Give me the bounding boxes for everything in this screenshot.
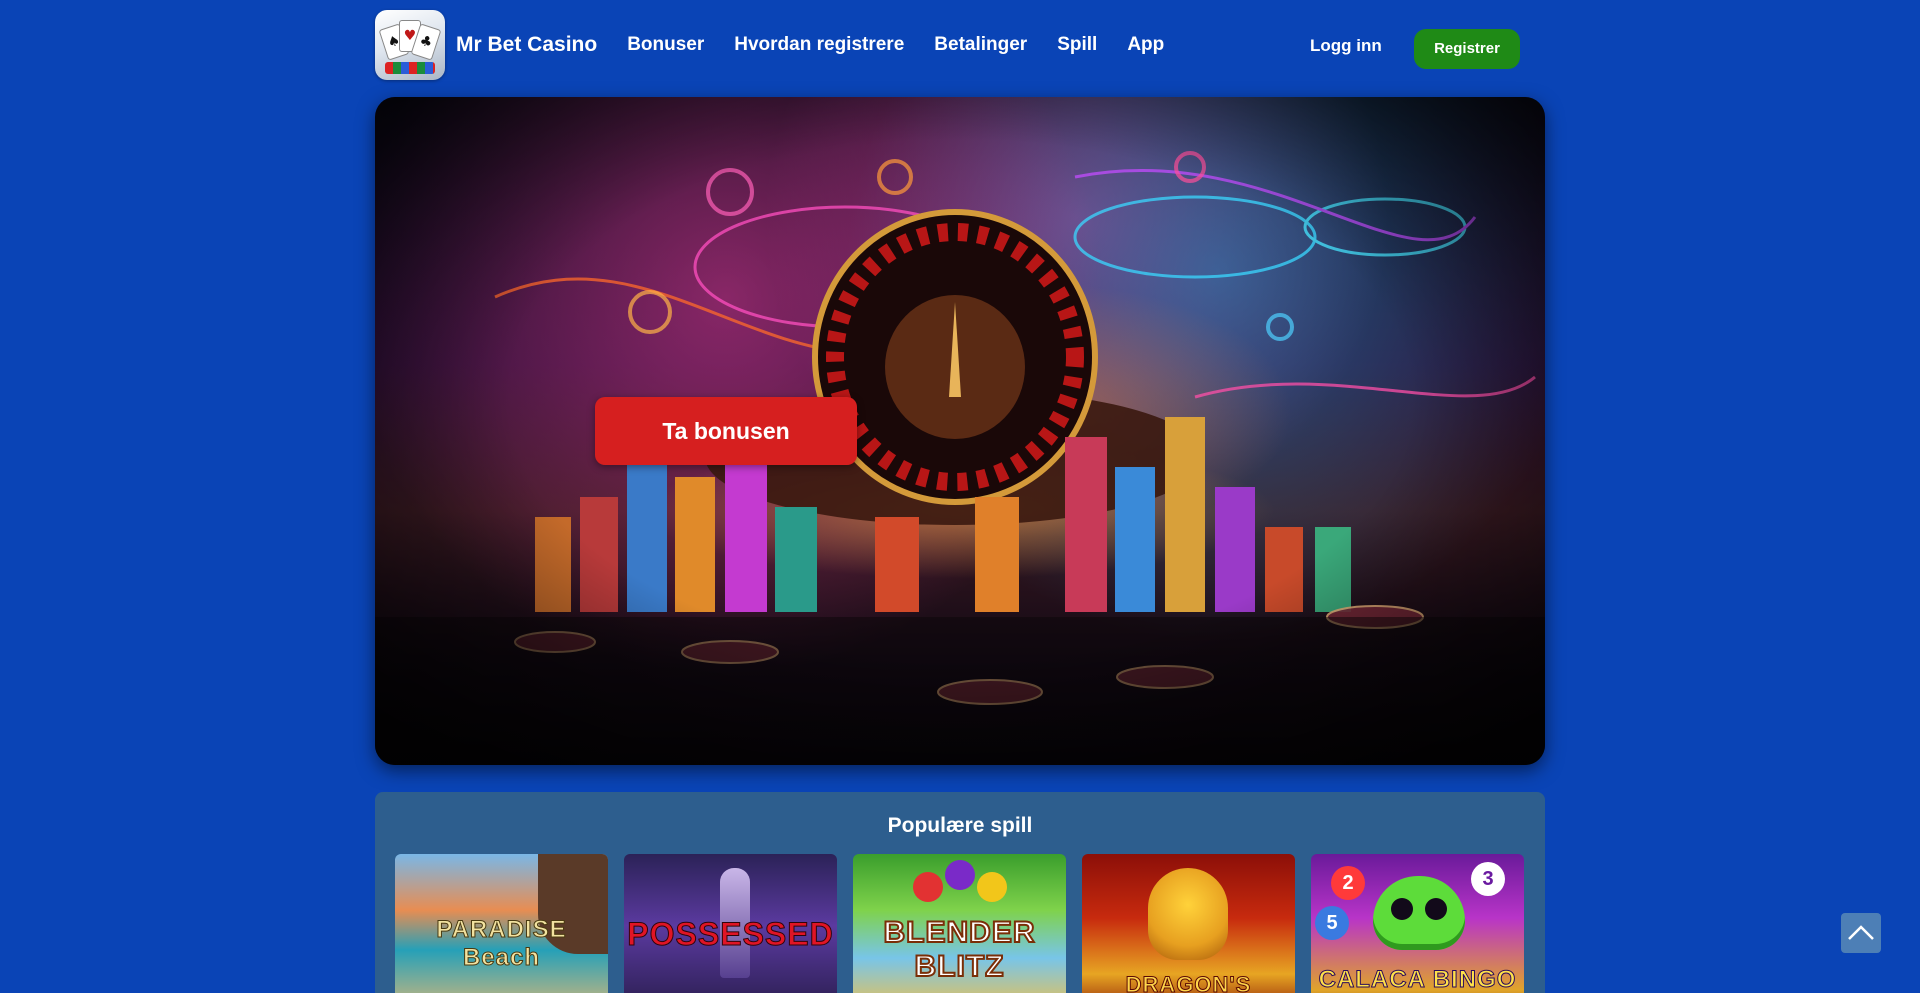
nav-item-bonuser[interactable]: Bonuser (627, 34, 704, 56)
brand-name[interactable]: Mr Bet Casino (456, 33, 597, 57)
game-title: PARADISE Beach (436, 916, 567, 972)
game-card-paradise-beach[interactable]: PARADISE Beach (395, 854, 608, 993)
game-card-dragons-money[interactable]: DRAGON'S MONEY (1082, 854, 1295, 993)
page: ♠ ♥ ♣ Mr Bet Casino Bonuser Hvordan regi… (0, 0, 1920, 993)
register-button[interactable]: Registrer (1414, 29, 1520, 69)
site-header: ♠ ♥ ♣ Mr Bet Casino Bonuser Hvordan regi… (375, 10, 1520, 80)
skull-icon (1373, 876, 1465, 950)
game-title: POSSESSED (627, 916, 834, 953)
hero-banner: Ta bonusen (375, 97, 1545, 765)
scroll-to-top-button[interactable] (1841, 913, 1881, 953)
game-title: BLENDER BLITZ (882, 915, 1036, 984)
dragon-icon (1148, 868, 1228, 960)
chevron-up-icon (1848, 925, 1874, 940)
take-bonus-button[interactable]: Ta bonusen (595, 397, 857, 465)
game-card-possessed[interactable]: POSSESSED (624, 854, 837, 993)
grape-icon (945, 860, 975, 890)
game-card-calaca-bingo[interactable]: 2 3 5 CALACA BINGO (1311, 854, 1524, 993)
logo-chips-icon (385, 62, 435, 74)
lemon-icon (977, 872, 1007, 902)
game-title: DRAGON'S MONEY (1125, 972, 1252, 993)
game-title: CALACA BINGO (1318, 966, 1517, 993)
nav-item-betalinger[interactable]: Betalinger (934, 34, 1027, 56)
login-button[interactable]: Logg inn (1310, 36, 1382, 56)
bingo-ball-icon: 5 (1315, 906, 1349, 940)
nav-item-spill[interactable]: Spill (1057, 34, 1097, 56)
casino-roulette-illustration (375, 97, 1545, 765)
game-card-blender-blitz[interactable]: BLENDER BLITZ (853, 854, 1066, 993)
bingo-ball-icon: 3 (1471, 862, 1505, 896)
section-title: Populære spill (887, 814, 1033, 837)
games-row: PARADISE Beach POSSESSED BLENDER BLITZ D… (395, 854, 1524, 993)
main-nav: Bonuser Hvordan registrere Betalinger Sp… (627, 34, 1194, 56)
cherry-icon (913, 872, 943, 902)
casino-logo[interactable]: ♠ ♥ ♣ (375, 10, 445, 80)
popular-games-section: Populære spill PARADISE Beach POSSESSED … (375, 792, 1545, 993)
nav-item-app[interactable]: App (1127, 34, 1164, 56)
bingo-ball-icon: 2 (1331, 866, 1365, 900)
nav-item-hvordan-registrere[interactable]: Hvordan registrere (734, 34, 904, 56)
